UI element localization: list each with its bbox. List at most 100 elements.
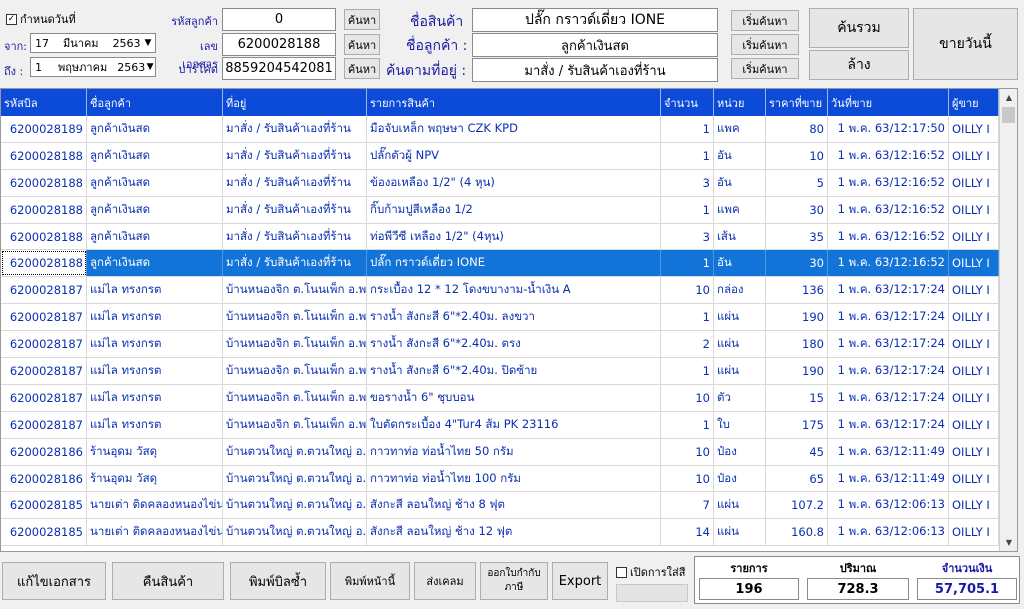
from-date-picker[interactable]: 17 มีนาคม 2563 ▼ (30, 33, 156, 53)
cell-unit: อัน (714, 250, 766, 277)
send-claim-button[interactable]: ส่งเคลม (414, 562, 476, 600)
scroll-thumb[interactable] (1002, 107, 1015, 123)
edit-document-button[interactable]: แก้ไขเอกสาร (2, 562, 106, 600)
tax-invoice-label-1: ออกใบกำกับ (487, 568, 541, 579)
from-month: มีนาคม (63, 37, 99, 50)
cell-seller: OILLY I (949, 519, 999, 546)
cell-address: มาสั่ง / รับสินค้าเองที่ร้าน (223, 250, 367, 277)
barcode-input[interactable]: 8859204542081 (222, 57, 336, 80)
cell-price: 30 (766, 196, 828, 223)
cell-qty: 10 (661, 384, 714, 411)
col-unit[interactable]: หน่วย (714, 89, 766, 116)
tax-invoice-button[interactable]: ออกใบกำกับ ภาษี (480, 562, 548, 600)
cell-address: บ้านหนองจิก ต.โนนเพ็ก อ.พยุห์ (223, 331, 367, 358)
cell-price: 107.2 (766, 492, 828, 519)
cell-product: กาวทาท่อ ท่อน้ำไทย 100 กรัม (367, 465, 661, 492)
doc-no-input[interactable]: 6200028188 (222, 33, 336, 56)
table-row[interactable]: 6200028187 แม่ไล ทรงกรต บ้านหนองจิก ต.โนนเ… (1, 331, 999, 359)
cell-unit: แผ่น (714, 331, 766, 358)
cell-price: 190 (766, 358, 828, 384)
cell-customer: แม่ไล ทรงกรต (87, 277, 223, 304)
cell-bill-no: 6200028187 (1, 411, 87, 438)
cell-qty: 3 (661, 169, 714, 196)
start-search-customer-button[interactable]: เริ่มค้นหา (731, 34, 799, 55)
cell-seller: OILLY I (949, 169, 999, 196)
chevron-down-icon[interactable]: ▼ (141, 34, 155, 52)
scroll-up-icon[interactable]: ▲ (1000, 89, 1017, 106)
col-address[interactable]: ที่อยู่ (223, 89, 367, 116)
table-row[interactable]: 6200028187 แม่ไล ทรงกรต บ้านหนองจิก ต.โนนเ… (1, 411, 999, 439)
find-doc-no-button[interactable]: ค้นหา (344, 34, 380, 55)
col-product[interactable]: รายการสินค้า (367, 89, 661, 116)
table-row[interactable]: 6200028189 ลูกค้าเงินสด มาสั่ง / รับสินค้า… (1, 116, 999, 143)
col-customer[interactable]: ชื่อลูกค้า (87, 89, 223, 116)
find-customer-code-button[interactable]: ค้นหา (344, 9, 380, 30)
check-icon[interactable]: ✓ (6, 13, 17, 25)
table-row[interactable]: 6200028187 แม่ไล ทรงกรต บ้านหนองจิก ต.โนนเ… (1, 277, 999, 305)
cell-price: 10 (766, 142, 828, 169)
table-row[interactable]: 6200028186 ร้านอุดม วัสดุ บ้านตวนใหญ่ ต.ตว… (1, 438, 999, 466)
chevron-down-icon[interactable]: ▼ (145, 58, 155, 76)
customer-code-input[interactable]: 0 (222, 8, 336, 31)
col-price[interactable]: ราคาที่ขาย (766, 89, 828, 116)
table-row[interactable]: 6200028188 ลูกค้าเงินสด มาสั่ง / รับสินค้า… (1, 169, 999, 197)
cell-product: ข้องอเหลือง 1/2" (4 หุน) (367, 169, 661, 196)
table-row[interactable]: 6200028187 แม่ไล ทรงกรต บ้านหนองจิก ต.โนนเ… (1, 304, 999, 332)
col-seller[interactable]: ผู้ขาย (949, 89, 999, 116)
cell-unit: อัน (714, 169, 766, 196)
search-all-button[interactable]: ค้นรวม (809, 8, 909, 48)
table-row[interactable]: 6200028188 ลูกค้าเงินสด มาสั่ง / รับสินค้า… (1, 250, 999, 278)
cell-customer: แม่ไล ทรงกรต (87, 358, 223, 384)
fill-color-swatch[interactable] (616, 584, 688, 602)
barcode-label: บาร์โค้ด (178, 63, 218, 76)
sell-today-button[interactable]: ขายวันนี้ (913, 8, 1018, 80)
cell-address: บ้านตวนใหญ่ ต.ตวนใหญ่ อ.วัง (223, 465, 367, 492)
table-row[interactable]: 6200028187 แม่ไล ทรงกรต บ้านหนองจิก ต.โนนเ… (1, 384, 999, 412)
to-date-picker[interactable]: 1 พฤษภาคม 2563 ▼ (30, 57, 156, 77)
vertical-scrollbar[interactable]: ▲ ▼ (999, 89, 1017, 551)
cell-customer: ลูกค้าเงินสด (87, 169, 223, 196)
cell-product: สังกะสี ลอนใหญ่ ช้าง 12 ฟุต (367, 519, 661, 546)
customer-name-input[interactable]: ลูกค้าเงินสด (472, 33, 718, 57)
cell-qty: 10 (661, 465, 714, 492)
cell-address: มาสั่ง / รับสินค้าเองที่ร้าน (223, 116, 367, 142)
cell-seller: OILLY I (949, 411, 999, 438)
cell-product: มือจับเหล็ก พฤษษา CZK KPD (367, 116, 661, 142)
export-button[interactable]: Export (552, 562, 608, 600)
product-name-input[interactable]: ปลั๊ก กราวด์เดี่ยว IONE (472, 8, 718, 32)
cell-product: รางน้ำ สังกะสี 6"*2.40ม. ปิดซ้าย (367, 358, 661, 384)
start-search-product-button[interactable]: เริ่มค้นหา (731, 10, 799, 31)
table-row[interactable]: 6200028187 แม่ไล ทรงกรต บ้านหนองจิก ต.โนนเ… (1, 358, 999, 385)
start-search-address-button[interactable]: เริ่มค้นหา (731, 58, 799, 79)
cell-price: 65 (766, 465, 828, 492)
table-row[interactable]: 6200028188 ลูกค้าเงินสด มาสั่ง / รับสินค้า… (1, 196, 999, 224)
cell-qty: 1 (661, 411, 714, 438)
col-date[interactable]: วันที่ขาย (828, 89, 949, 116)
from-day: 17 (35, 36, 49, 50)
cell-date: 1 พ.ค. 63/12:16:52 (828, 223, 949, 250)
return-goods-button[interactable]: คืนสินค้า (112, 562, 224, 600)
col-bill-no[interactable]: รหัสบิล (1, 89, 87, 116)
cell-qty: 1 (661, 304, 714, 331)
table-row[interactable]: 6200028188 ลูกค้าเงินสด มาสั่ง / รับสินค้า… (1, 142, 999, 170)
address-input[interactable]: มาสั่ง / รับสินค้าเองที่ร้าน (472, 58, 718, 82)
table-row[interactable]: 6200028188 ลูกค้าเงินสด มาสั่ง / รับสินค้า… (1, 223, 999, 251)
find-barcode-button[interactable]: ค้นหา (344, 58, 380, 79)
table-row[interactable]: 6200028186 ร้านอุดม วัสดุ บ้านตวนใหญ่ ต.ตว… (1, 465, 999, 493)
print-page-button[interactable]: พิมพ์หน้านี้ (330, 562, 410, 600)
table-row[interactable]: 6200028185 นายเต่า ติดคลองหนองไข่นก บ้านตว… (1, 492, 999, 520)
cell-date: 1 พ.ค. 63/12:17:50 (828, 116, 949, 142)
date-filter-check[interactable]: ✓ กำหนดวันที่ (6, 10, 76, 28)
table-body: 6200028189 ลูกค้าเงินสด มาสั่ง / รับสินค้า… (1, 116, 999, 547)
table-row[interactable]: 6200028185 นายเต่า ติดคลองหนองไข่นก บ้านตว… (1, 519, 999, 547)
cell-price: 45 (766, 438, 828, 465)
scroll-down-icon[interactable]: ▼ (1000, 534, 1017, 551)
sales-table[interactable]: รหัสบิล ชื่อลูกค้า ที่อยู่ รายการสินค้า … (0, 88, 1018, 552)
cell-bill-no: 6200028188 (1, 250, 87, 277)
cell-unit: แพค (714, 196, 766, 223)
open-fill-check[interactable]: เปิดการใส่สี (616, 563, 685, 581)
reprint-bill-button[interactable]: พิมพ์บิลซ้ำ (230, 562, 326, 600)
clear-button[interactable]: ล้าง (809, 50, 909, 80)
col-qty[interactable]: จำนวน (661, 89, 714, 116)
checkbox-icon[interactable] (616, 566, 627, 578)
